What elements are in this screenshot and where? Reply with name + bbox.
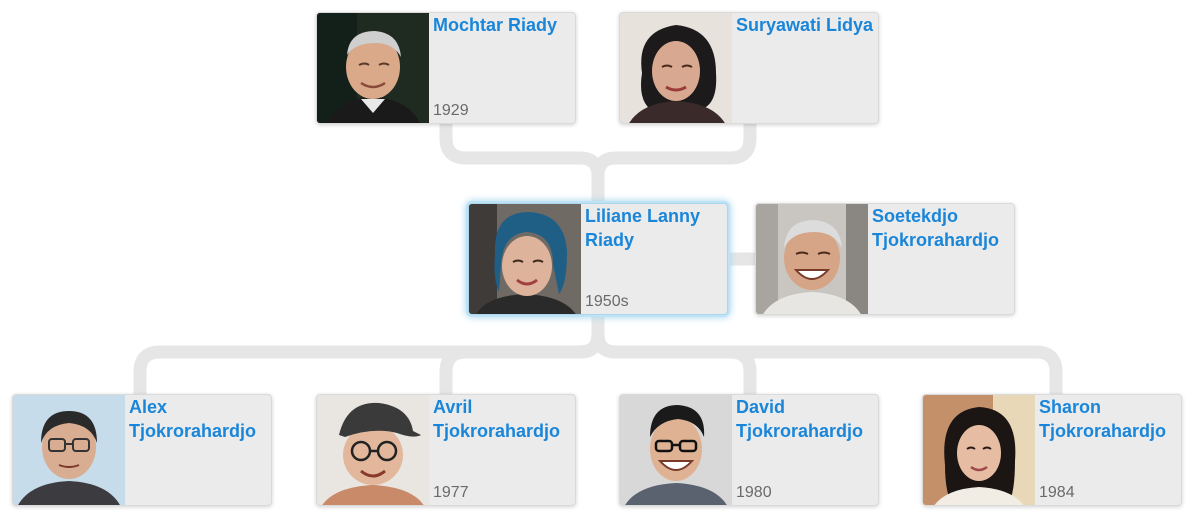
connector-sharon (591, 327, 1063, 400)
person-year: 1929 (433, 102, 469, 119)
person-card-suryawati[interactable]: Suryawati Lidya (619, 12, 879, 124)
person-name[interactable]: Sharon Tjokrorahardjo (1039, 395, 1177, 443)
portrait-woman-cap-glasses (317, 395, 429, 505)
family-tree: Mochtar Riady 1929 Suryawati Lidya Lilia… (0, 0, 1200, 518)
person-card-david[interactable]: David Tjokrorahardjo 1980 (619, 394, 879, 506)
person-name[interactable]: Suryawati Lidya (736, 13, 874, 37)
person-year: 1950s (585, 293, 629, 310)
portrait-elderly-woman (620, 13, 732, 123)
person-card-alex[interactable]: Alex Tjokrorahardjo (12, 394, 272, 506)
portrait-man-glasses-smiling (620, 395, 732, 505)
person-card-mochtar[interactable]: Mochtar Riady 1929 (316, 12, 576, 124)
person-name[interactable]: David Tjokrorahardjo (736, 395, 874, 443)
connector-suryawati (591, 117, 757, 183)
person-year: 1977 (433, 484, 469, 501)
person-name[interactable]: Avril Tjokrorahardjo (433, 395, 571, 443)
person-card-soetekdjo[interactable]: Soetekdjo Tjokrorahardjo (755, 203, 1015, 315)
person-year: 1984 (1039, 484, 1075, 501)
person-card-avril[interactable]: Avril Tjokrorahardjo 1977 (316, 394, 576, 506)
person-name[interactable]: Mochtar Riady (433, 13, 571, 37)
person-card-liliane[interactable]: Liliane Lanny Riady 1950s (468, 203, 728, 315)
person-card-sharon[interactable]: Sharon Tjokrorahardjo 1984 (922, 394, 1182, 506)
person-name[interactable]: Alex Tjokrorahardjo (129, 395, 267, 443)
portrait-elderly-man (317, 13, 429, 123)
person-year: 1980 (736, 484, 772, 501)
person-name[interactable]: Liliane Lanny Riady (585, 204, 723, 252)
portrait-smiling-older-man (756, 204, 868, 314)
connector-mochtar (439, 117, 605, 209)
portrait-man-glasses (13, 395, 125, 505)
person-name[interactable]: Soetekdjo Tjokrorahardjo (872, 204, 1010, 252)
portrait-woman-blue-headscarf (469, 204, 581, 314)
connector-david (591, 327, 757, 400)
portrait-young-woman (923, 395, 1035, 505)
connector-avril (439, 327, 605, 400)
